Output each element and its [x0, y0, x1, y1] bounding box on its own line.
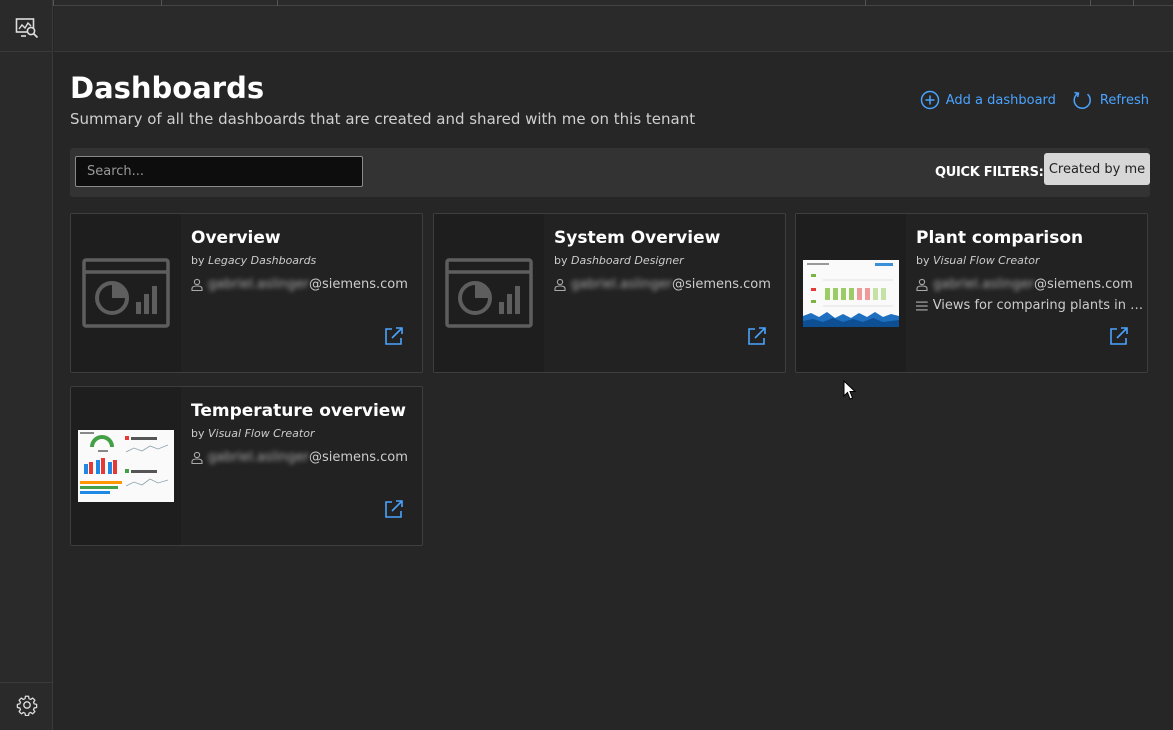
owner-domain: @siemens.com: [308, 277, 408, 292]
card-description: Views for comparing plants in s...: [916, 298, 1144, 313]
open-external-button[interactable]: [384, 326, 404, 350]
refresh-button[interactable]: Refresh: [1072, 90, 1149, 110]
dashboard-card-system-overview[interactable]: System Overview by Dashboard Designer ga…: [433, 213, 786, 373]
plant-comparison-preview: [803, 259, 899, 327]
temperature-overview-preview: [78, 430, 174, 502]
owner-domain: @siemens.com: [671, 277, 771, 292]
card-creator: by Legacy Dashboards: [191, 254, 316, 267]
owner-name-blurred: gabriel.aslinger: [571, 277, 672, 292]
dashboard-placeholder-icon: [82, 258, 170, 328]
main-content: Dashboards Summary of all the dashboards…: [54, 53, 1173, 730]
card-thumbnail: [434, 214, 544, 372]
owner-name-blurred: gabriel.aslinger: [208, 277, 309, 292]
mouse-cursor-icon: [843, 380, 857, 400]
plus-circle-icon: [920, 90, 939, 110]
card-title: Overview: [191, 228, 281, 248]
description-text: Views for comparing plants in s...: [932, 298, 1144, 313]
open-external-button[interactable]: [747, 326, 767, 350]
user-icon: [191, 451, 203, 464]
by-prefix: by: [916, 254, 930, 267]
dashboard-search-icon: [15, 18, 38, 39]
card-creator: by Visual Flow Creator: [191, 427, 314, 440]
top-bar: [54, 6, 1173, 52]
page-title: Dashboards: [70, 71, 265, 105]
card-thumbnail: [71, 387, 181, 545]
card-title: Plant comparison: [916, 228, 1084, 248]
user-icon: [554, 278, 566, 291]
by-prefix: by: [191, 427, 205, 440]
dashboard-card-plant-comparison[interactable]: Plant comparison by Visual Flow Creator …: [795, 213, 1148, 373]
by-prefix: by: [191, 254, 205, 267]
gear-icon: [16, 695, 37, 716]
open-external-button[interactable]: [384, 499, 404, 523]
card-owner: gabriel.aslinger@siemens.com: [191, 277, 408, 292]
card-creator: by Visual Flow Creator: [916, 254, 1039, 267]
sidebar: [0, 0, 53, 730]
by-prefix: by: [554, 254, 568, 267]
refresh-label: Refresh: [1099, 92, 1149, 108]
search-input[interactable]: [75, 156, 363, 187]
add-dashboard-button[interactable]: Add a dashboard: [920, 90, 1056, 110]
card-title: System Overview: [554, 228, 721, 248]
dashboard-card-temperature-overview[interactable]: Temperature overview by Visual Flow Crea…: [70, 386, 423, 546]
card-thumbnail: [71, 214, 181, 372]
creator-name: Legacy Dashboards: [208, 254, 317, 267]
external-link-icon: [385, 327, 403, 345]
card-owner: gabriel.aslinger@siemens.com: [916, 277, 1133, 292]
settings-button[interactable]: [0, 682, 53, 726]
open-external-button[interactable]: [1109, 326, 1129, 350]
list-icon: [916, 301, 928, 310]
app-logo[interactable]: [0, 5, 53, 52]
page-subtitle: Summary of all the dashboards that are c…: [70, 110, 696, 128]
page-actions: Add a dashboard Refresh: [920, 90, 1149, 110]
owner-name-blurred: gabriel.aslinger: [208, 450, 309, 465]
user-icon: [191, 278, 203, 291]
card-owner: gabriel.aslinger@siemens.com: [554, 277, 771, 292]
refresh-icon: [1073, 91, 1091, 109]
card-creator: by Dashboard Designer: [554, 254, 684, 267]
card-thumbnail: [796, 214, 906, 372]
external-link-icon: [385, 500, 403, 518]
external-link-icon: [748, 327, 766, 345]
dashboard-card-overview[interactable]: Overview by Legacy Dashboards gabriel.as…: [70, 213, 423, 373]
card-owner: gabriel.aslinger@siemens.com: [191, 450, 408, 465]
owner-name-blurred: gabriel.aslinger: [933, 277, 1034, 292]
card-title: Temperature overview: [191, 401, 407, 421]
user-icon: [916, 278, 928, 291]
owner-domain: @siemens.com: [308, 450, 408, 465]
quick-filters-label: QUICK FILTERS:: [935, 165, 1044, 180]
created-by-me-filter-button[interactable]: Created by me: [1044, 153, 1150, 185]
filter-bar: QUICK FILTERS: Created by me: [70, 148, 1150, 197]
external-link-icon: [1110, 327, 1128, 345]
creator-name: Visual Flow Creator: [933, 254, 1040, 267]
add-dashboard-label: Add a dashboard: [945, 92, 1056, 108]
dashboard-placeholder-icon: [445, 258, 533, 328]
creator-name: Visual Flow Creator: [208, 427, 315, 440]
owner-domain: @siemens.com: [1033, 277, 1133, 292]
creator-name: Dashboard Designer: [571, 254, 684, 267]
